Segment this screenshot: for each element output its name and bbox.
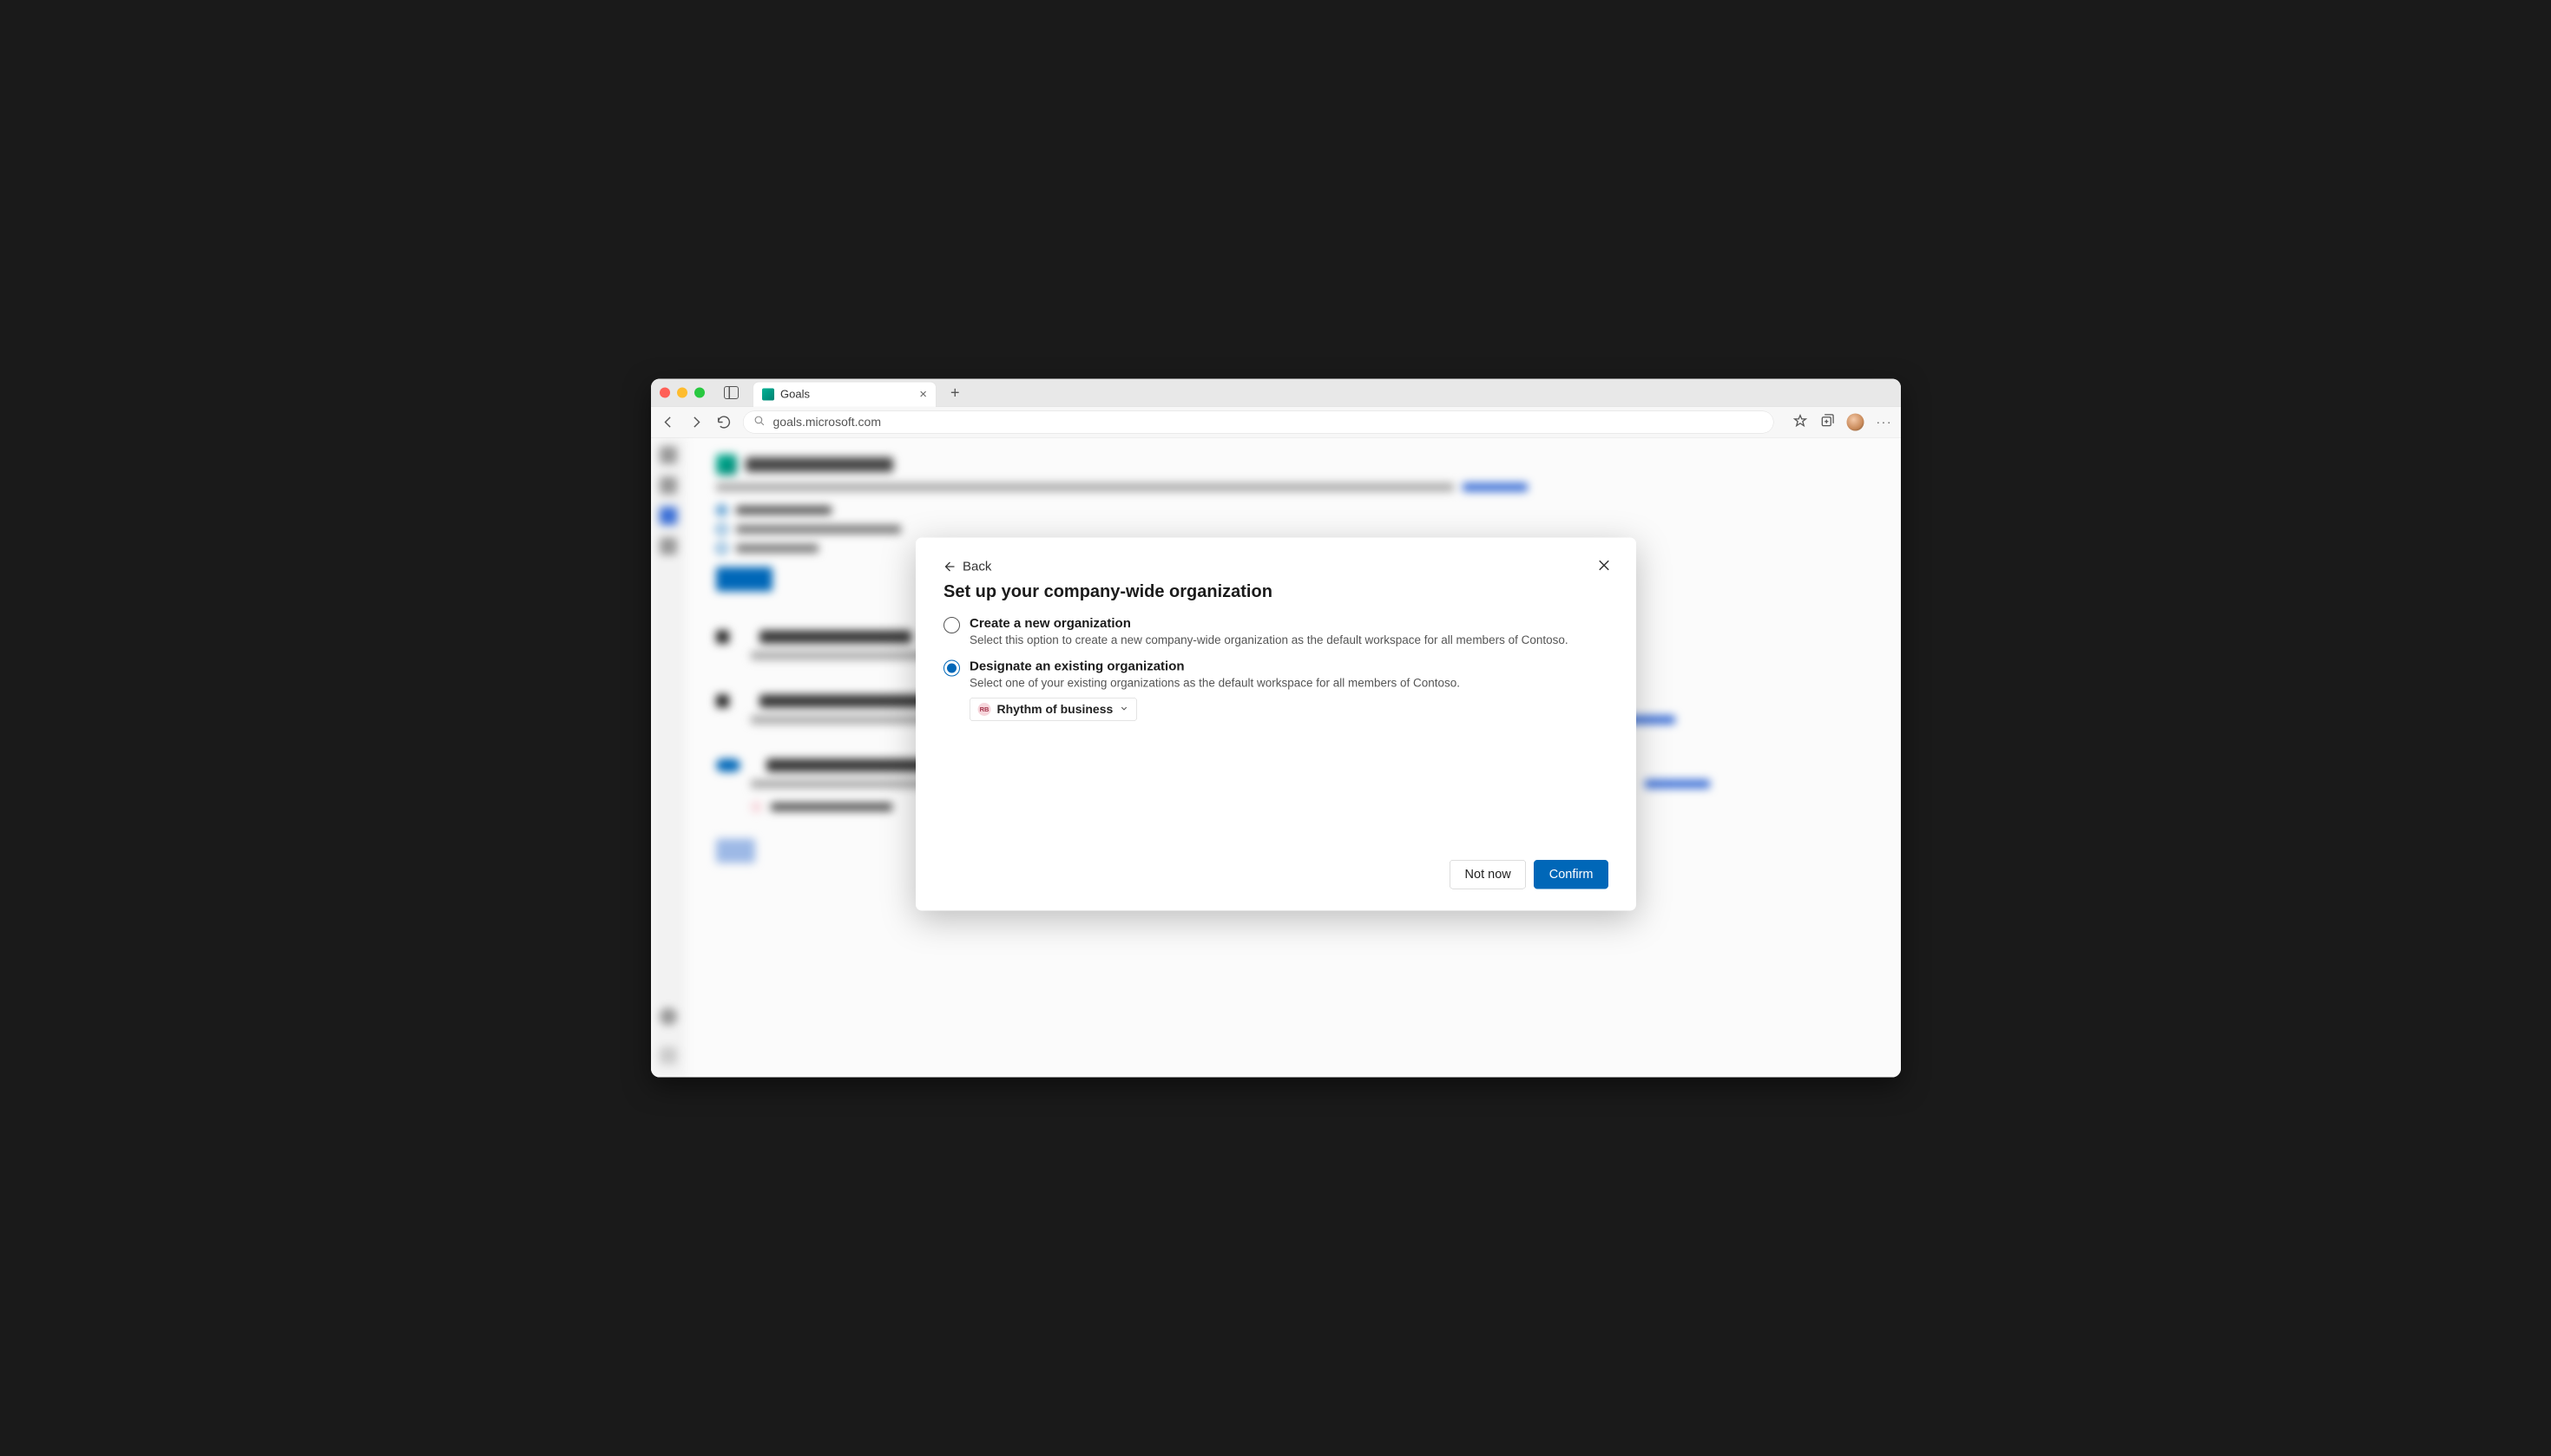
refresh-button[interactable] (715, 413, 733, 430)
tab-favicon-icon (762, 388, 774, 400)
modal-title: Set up your company-wide organization (943, 582, 1608, 602)
radio-designate-existing[interactable] (943, 660, 960, 677)
chevron-down-icon (1119, 704, 1128, 716)
url-box[interactable] (743, 410, 1774, 433)
more-menu-icon[interactable]: ··· (1876, 415, 1891, 429)
browser-window: Goals × + (651, 379, 1901, 1078)
radio-create-new[interactable] (943, 617, 960, 633)
tab-title: Goals (780, 388, 913, 402)
titlebar: Goals × + (651, 379, 1901, 407)
org-badge: RB (977, 703, 990, 716)
search-icon (753, 416, 765, 430)
maximize-window-button[interactable] (694, 387, 705, 397)
modal-footer: Not now Confirm (943, 860, 1608, 889)
back-button[interactable] (660, 413, 677, 430)
modal-overlay: Back Set up your company-wide organizati… (651, 438, 1901, 1078)
option-desc: Select this option to create a new compa… (970, 633, 1608, 647)
confirm-button[interactable]: Confirm (1534, 860, 1608, 889)
org-picker-dropdown[interactable]: RB Rhythm of business (970, 698, 1137, 721)
close-icon (1596, 558, 1612, 574)
not-now-button[interactable]: Not now (1450, 860, 1526, 889)
close-window-button[interactable] (660, 387, 670, 397)
address-bar: ··· (651, 407, 1901, 438)
setup-org-modal: Back Set up your company-wide organizati… (916, 538, 1636, 911)
collections-icon[interactable] (1819, 414, 1834, 431)
window-controls (660, 387, 705, 397)
option-create-new[interactable]: Create a new organization Select this op… (943, 616, 1608, 647)
tab-overview-icon[interactable] (724, 386, 739, 399)
url-input[interactable] (773, 415, 1755, 429)
modal-back-button[interactable]: Back (943, 560, 1608, 574)
option-designate-existing[interactable]: Designate an existing organization Selec… (943, 659, 1608, 722)
org-name: Rhythm of business (996, 703, 1113, 717)
favorites-icon[interactable] (1792, 414, 1807, 431)
page-content: Back Set up your company-wide organizati… (651, 438, 1901, 1078)
option-label: Create a new organization (970, 616, 1608, 631)
toolbar-right: ··· (1792, 413, 1891, 430)
option-desc: Select one of your existing organization… (970, 677, 1608, 691)
new-tab-button[interactable]: + (950, 384, 960, 402)
forward-button[interactable] (687, 413, 705, 430)
browser-tab[interactable]: Goals × (753, 382, 936, 406)
option-label: Designate an existing organization (970, 659, 1608, 674)
profile-avatar[interactable] (1846, 413, 1864, 430)
tab-close-icon[interactable]: × (919, 387, 927, 402)
back-label: Back (963, 560, 991, 574)
minimize-window-button[interactable] (677, 387, 687, 397)
modal-close-button[interactable] (1596, 558, 1612, 576)
arrow-left-icon (943, 561, 957, 574)
